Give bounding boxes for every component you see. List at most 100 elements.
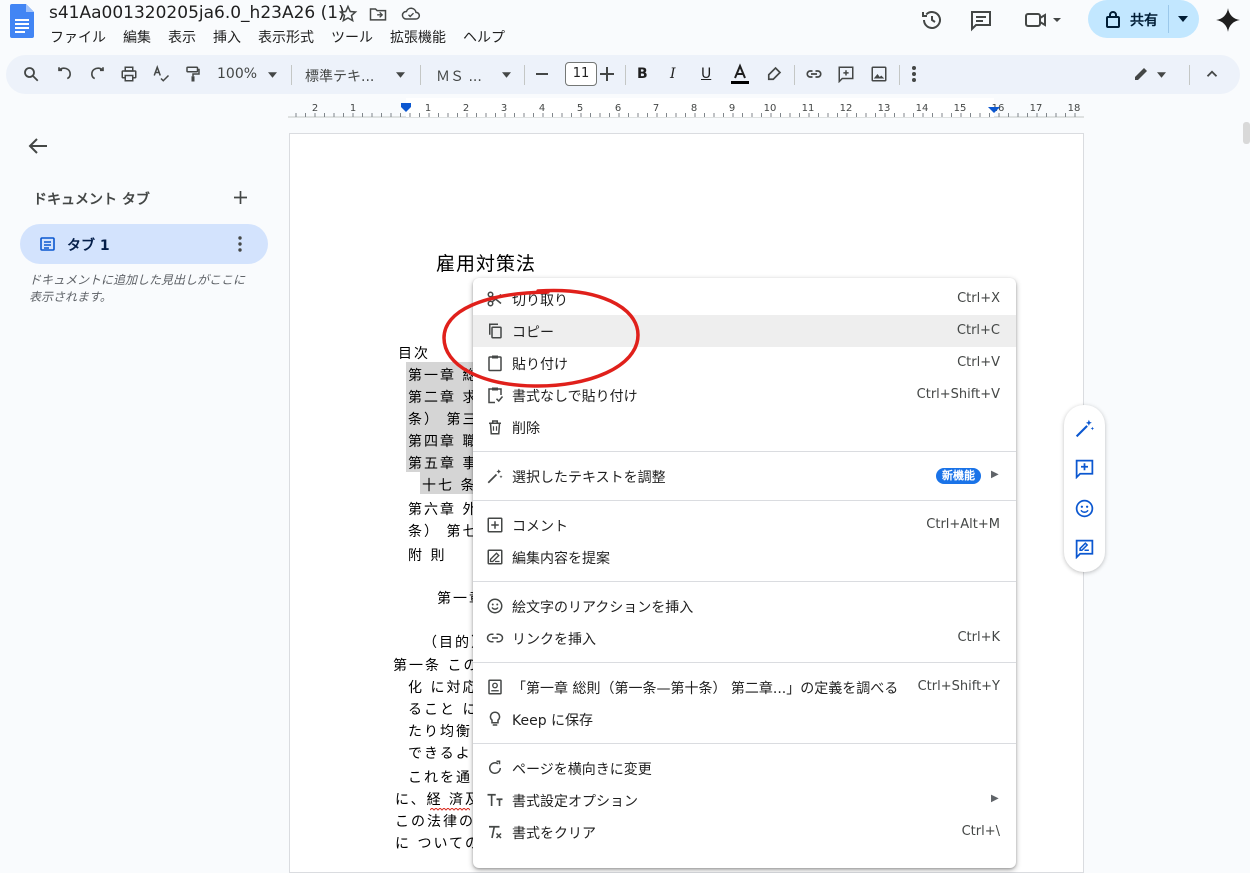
toc-line[interactable]: 条） 第七 (408, 521, 478, 541)
bold-icon[interactable]: B (637, 66, 648, 82)
increase-font-size-icon[interactable] (600, 67, 614, 81)
menu-insert[interactable]: 挿入 (213, 27, 249, 47)
body-line[interactable]: ること に (408, 699, 478, 719)
highlight-color-icon[interactable] (765, 65, 783, 83)
emoji-icon (487, 598, 503, 614)
font-dropdown-icon[interactable] (502, 72, 511, 78)
menu-format[interactable]: 表示形式 (258, 27, 322, 47)
italic-icon[interactable]: I (670, 66, 676, 82)
body-line[interactable]: に ついての (395, 833, 481, 853)
version-history-icon[interactable] (920, 8, 944, 32)
undo-icon[interactable] (56, 65, 74, 83)
body-line[interactable]: できるよ (408, 743, 472, 763)
ruler-tick-label: 1 (425, 103, 431, 114)
star-icon[interactable] (338, 4, 358, 24)
toc-line[interactable]: 第六章 外 (408, 499, 478, 519)
keep-bulb-icon (489, 711, 501, 726)
body-line[interactable]: 化 に対応 (408, 677, 478, 697)
search-menus-icon[interactable] (22, 65, 40, 83)
suggest-edits-icon[interactable] (1074, 538, 1095, 559)
submenu-arrow-icon: ▶ (991, 469, 999, 480)
sidebar-item-tab1[interactable]: タブ 1 (20, 224, 268, 264)
menu-item-define[interactable]: 「第一章 総則（第一条—第十条） 第二章...」の定義を調べる Ctrl+Shif… (473, 671, 1016, 703)
menu-item-comment[interactable]: コメント Ctrl+Alt+M (473, 509, 1016, 541)
toc-line[interactable]: 附 則 (408, 545, 446, 565)
document-heading[interactable]: 雇用対策法 (436, 249, 536, 276)
style-dropdown-icon[interactable] (396, 72, 405, 78)
menu-item-insert-link[interactable]: リンクを挿入 Ctrl+K (473, 622, 1016, 654)
toc-line[interactable]: 十七 条 (422, 475, 476, 495)
lock-icon (1106, 11, 1120, 28)
share-button[interactable]: 共有 (1088, 0, 1199, 38)
add-tab-icon[interactable] (234, 191, 247, 204)
underline-icon[interactable]: U (701, 66, 711, 82)
menu-help[interactable]: ヘルプ (463, 27, 513, 47)
menu-edit[interactable]: 編集 (123, 27, 159, 47)
toc-line[interactable]: 条） 第三 (408, 409, 478, 429)
horizontal-ruler[interactable]: 21123456789101112131415161718 (288, 98, 1084, 118)
gemini-icon[interactable] (1215, 7, 1240, 32)
rotate-icon (489, 760, 502, 774)
ruler-tick-label: 17 (1030, 103, 1043, 114)
menu-file[interactable]: ファイル (50, 27, 114, 47)
body-line[interactable]: 第一条 この (393, 655, 479, 675)
print-icon[interactable] (120, 65, 138, 83)
body-line[interactable]: この法律の (395, 811, 475, 831)
menu-item-save-to-keep[interactable]: Keep に保存 (473, 703, 1016, 735)
ruler-tick-label: 12 (840, 103, 853, 114)
insert-link-icon[interactable] (805, 65, 823, 83)
body-line[interactable]: に、経 済及 (395, 789, 481, 809)
redo-icon[interactable] (88, 65, 106, 83)
insert-comment-icon[interactable] (837, 65, 855, 83)
docs-logo-icon[interactable] (10, 4, 34, 38)
style-select[interactable]: 標準テキ... (305, 66, 374, 86)
ruler-tick-label: 4 (539, 103, 545, 114)
menu-tools[interactable]: ツール (331, 27, 381, 47)
toc-line[interactable]: 第五章 事 (408, 453, 478, 473)
menu-view[interactable]: 表示 (168, 27, 204, 47)
zoom-dropdown-icon[interactable] (268, 72, 277, 78)
menu-item-refine-text[interactable]: 選択したテキストを調整 新機能 ▶ (473, 460, 1016, 492)
document-tabs-heading: ドキュメント タブ (33, 192, 150, 208)
ruler-tick-label: 8 (691, 103, 697, 114)
body-line[interactable]: これを通 (408, 767, 472, 787)
ruler-tick-label: 7 (653, 103, 659, 114)
menu-item-delete[interactable]: 削除 (473, 411, 1016, 443)
meet-icon[interactable] (1024, 8, 1064, 32)
ruler-tick-label: 2 (312, 103, 318, 114)
spellcheck-icon[interactable] (152, 65, 170, 83)
decrease-font-size-icon[interactable] (536, 73, 548, 75)
menu-extensions[interactable]: 拡張機能 (390, 27, 454, 47)
menu-item-emoji-reaction[interactable]: 絵文字のリアクションを挿入 (473, 590, 1016, 622)
toc-line[interactable]: 第四章 職 (408, 431, 478, 451)
move-folder-icon[interactable] (368, 4, 388, 24)
menu-item-suggest-edit[interactable]: 編集内容を提案 (473, 541, 1016, 573)
menu-item-clear-format[interactable]: 書式をクリア Ctrl+\ (473, 816, 1016, 848)
scrollbar-thumb[interactable] (1243, 122, 1250, 144)
comments-icon[interactable] (969, 8, 993, 32)
more-options-icon[interactable] (911, 65, 917, 83)
back-arrow-icon[interactable] (28, 137, 48, 155)
menu-item-landscape[interactable]: ページを横向きに変更 (473, 752, 1016, 784)
add-comment-icon[interactable] (1074, 458, 1095, 479)
collapse-menus-icon[interactable] (1203, 65, 1221, 83)
ruler-tick-label: 10 (764, 103, 777, 114)
editing-mode-icon[interactable] (1132, 65, 1150, 83)
cloud-status-icon[interactable] (400, 4, 420, 24)
insert-image-icon[interactable] (870, 65, 888, 83)
ruler-tick-label: 13 (878, 103, 891, 114)
add-emoji-icon[interactable] (1074, 498, 1095, 519)
body-line[interactable]: たり均衡 (408, 721, 472, 741)
menu-bar: ファイル 編集 表示 挿入 表示形式 ツール 拡張機能 ヘルプ (50, 27, 522, 47)
zoom-select[interactable]: 100% (217, 66, 257, 82)
mode-dropdown-icon[interactable] (1157, 72, 1166, 78)
document-title[interactable]: s41Aa001320205ja6.0_h23A26 (1) (49, 3, 345, 23)
font-select[interactable]: ＭＳ ... (436, 66, 482, 86)
font-size-input[interactable]: 11 (565, 62, 597, 86)
refine-pen-icon[interactable] (1074, 418, 1095, 439)
menu-item-format-options[interactable]: 書式設定オプション ▶ (473, 784, 1016, 816)
text-color-icon[interactable] (729, 63, 751, 85)
paint-format-icon[interactable] (184, 65, 202, 83)
ruler-tick-label: 14 (916, 103, 929, 114)
toc-heading[interactable]: 目次 (398, 343, 430, 363)
